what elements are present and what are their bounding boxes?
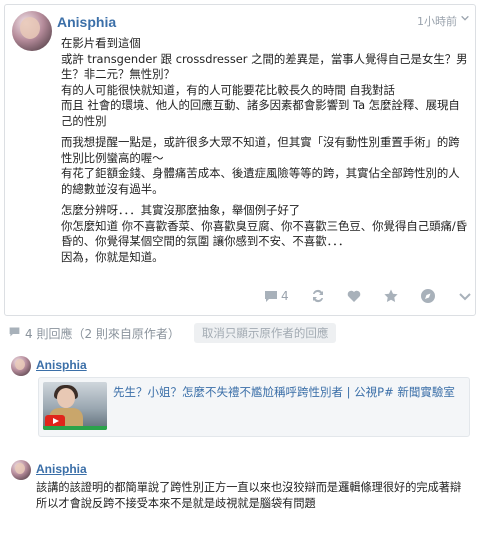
reply-avatar[interactable]: [11, 460, 31, 480]
video-thumbnail[interactable]: [43, 382, 107, 430]
favorite-button[interactable]: [383, 288, 399, 304]
post-body: 在影片看到這個 或許 transgender 跟 crossdresser 之間…: [61, 36, 471, 271]
post-author-name[interactable]: Anisphia: [57, 14, 116, 30]
author-avatar[interactable]: [12, 11, 52, 51]
comment-button[interactable]: 4: [263, 288, 289, 304]
repost-icon: [312, 289, 323, 303]
reply-item: Anisphia 該講的該證明的都簡單說了跨性別正方一直以來也沒狡辯而是邏輯條理…: [8, 460, 476, 520]
post-action-bar: 4: [263, 283, 473, 309]
reply-text: 該講的該證明的都簡單說了跨性別正方一直以來也沒狡辯而是邏輯條理很好的完成著辯 所…: [36, 481, 462, 510]
collapse-icon[interactable]: [458, 11, 472, 27]
reply-avatar[interactable]: [11, 356, 31, 376]
more-button[interactable]: [457, 288, 473, 304]
post-timestamp[interactable]: 1小時前: [417, 13, 457, 29]
post-paragraph: 而我想提醒一點是，或許很多大眾不知道，但其實「沒有動性別重置手術」的跨性別比例蠻…: [61, 135, 460, 196]
link-preview-card[interactable]: 先生？小姐？怎麼不失禮不尷尬稱呼跨性別者 | 公視P# 新聞實驗室: [38, 377, 470, 437]
link-title[interactable]: 先生？小姐？怎麼不失禮不尷尬稱呼跨性別者 | 公視P# 新聞實驗室: [113, 384, 463, 400]
replies-summary-bar: 4 則回應（2 則來自原作者） 取消只顯示原作者的回應: [8, 323, 478, 343]
star-icon: [384, 289, 398, 302]
show-all-replies-button[interactable]: 取消只顯示原作者的回應: [193, 323, 337, 343]
post-card: Anisphia 1小時前 在影片看到這個 或許 transgender 跟 c…: [4, 4, 476, 316]
share-button[interactable]: [420, 288, 436, 304]
like-button[interactable]: [346, 288, 362, 304]
reply-author-name[interactable]: Anisphia: [36, 462, 87, 476]
compass-icon: [421, 289, 436, 303]
comment-count: 4: [281, 289, 289, 303]
post-paragraph: 在影片看到這個 或許 transgender 跟 crossdresser 之間…: [61, 36, 468, 128]
comment-bubble-icon: [8, 325, 25, 341]
reply-item: Anisphia 先生？小姐？怎麼不失禮不尷尬稱呼跨性別者 | 公視P# 新聞實…: [8, 356, 476, 446]
post-paragraph: 怎麼分辨呀．．．其實沒那麼抽象，舉個例子好了 你怎麼知道 你不喜歡香菜、你喜歡臭…: [61, 203, 468, 264]
chevron-down-icon: [459, 293, 471, 301]
repost-button[interactable]: [310, 288, 326, 304]
comment-icon: [265, 291, 277, 302]
heart-icon: [348, 290, 361, 302]
replies-summary[interactable]: 4 則回應（2 則來自原作者）: [25, 325, 180, 342]
reply-author-name[interactable]: Anisphia: [36, 358, 87, 372]
